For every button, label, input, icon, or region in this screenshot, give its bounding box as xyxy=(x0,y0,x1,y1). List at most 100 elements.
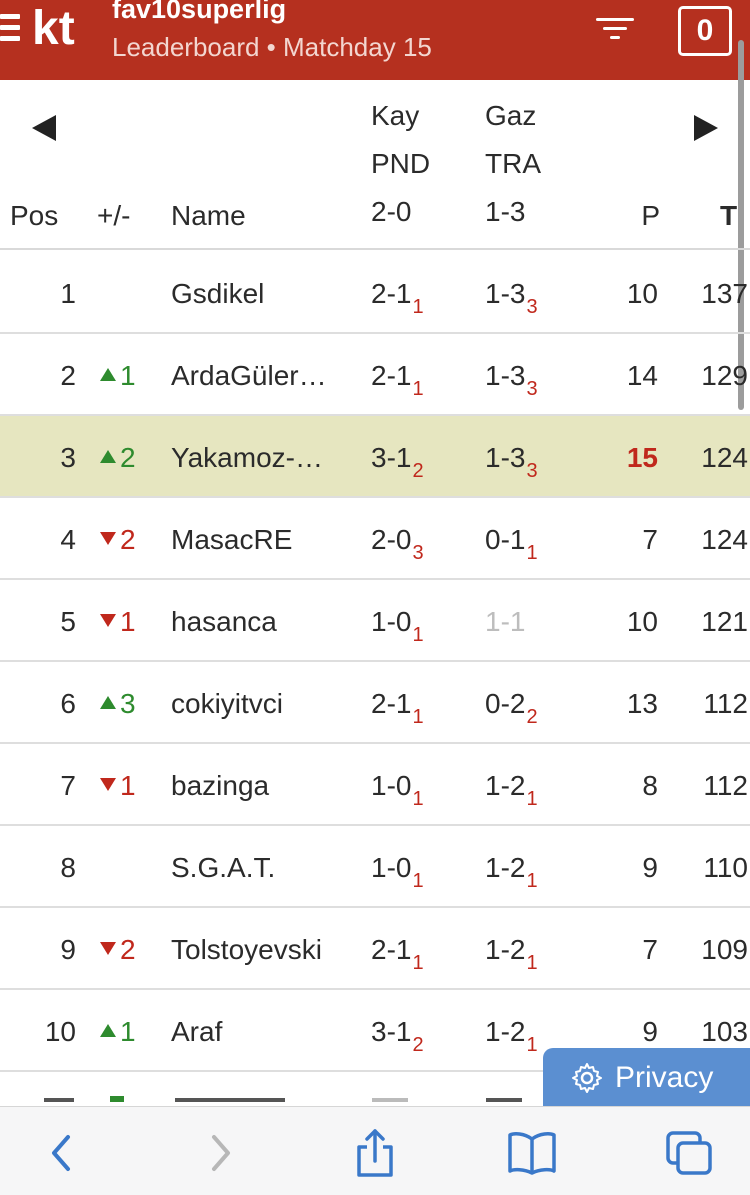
prediction-match1: 1-01 xyxy=(371,770,424,810)
prediction-match2: 1-33 xyxy=(485,442,538,482)
share-icon[interactable] xyxy=(345,1127,405,1179)
total-points: 103 xyxy=(701,1016,748,1047)
change-value: 1 xyxy=(120,606,136,637)
column-change[interactable]: +/- xyxy=(97,200,130,232)
table-row[interactable]: 1 Gsdikel 2-11 1-33 10 137 xyxy=(0,252,750,334)
change-value: 2 xyxy=(120,524,136,555)
player-name[interactable]: hasanca xyxy=(171,606,351,638)
match2-score[interactable]: 1-3 xyxy=(485,196,525,228)
prediction-match1: 3-12 xyxy=(371,1016,424,1056)
prediction-points: 1 xyxy=(526,542,538,564)
prediction-match1: 2-11 xyxy=(371,934,424,974)
prediction-score: 1-1 xyxy=(485,606,526,637)
column-t[interactable]: T xyxy=(720,200,737,232)
player-name[interactable]: cokiyitvci xyxy=(171,688,351,720)
change-cell: 1 xyxy=(100,606,160,638)
arrow-up-icon xyxy=(100,696,116,710)
table-row[interactable]: 6 3 cokiyitvci 2-11 0-22 13 112 xyxy=(0,662,750,744)
table-row[interactable]: 7 1 bazinga 1-01 1-21 8 112 xyxy=(0,744,750,826)
prediction-match2: 1-33 xyxy=(485,360,538,400)
matchday-points: 8 xyxy=(642,770,658,801)
player-name[interactable]: MasacRE xyxy=(171,524,351,556)
column-p[interactable]: P xyxy=(620,200,660,232)
total-points: 129 xyxy=(701,360,748,391)
privacy-button[interactable]: Privacy xyxy=(543,1048,750,1108)
prediction-match1: 2-11 xyxy=(371,278,424,318)
arrow-up-icon xyxy=(100,1024,116,1038)
prediction-points: 3 xyxy=(412,542,424,564)
match1-score[interactable]: 2-0 xyxy=(371,196,411,228)
position-cell: 3 xyxy=(60,442,76,473)
prediction-points: 2 xyxy=(526,706,538,728)
player-name[interactable]: Tolstoyevski xyxy=(171,934,351,966)
change-cell: 3 xyxy=(100,688,160,720)
prediction-score: 1-3 xyxy=(485,360,526,391)
table-row[interactable]: 2 1 ArdaGüler… 2-11 1-33 14 129 xyxy=(0,334,750,416)
prediction-points: 1 xyxy=(526,1034,538,1056)
arrow-down-icon xyxy=(100,614,116,628)
player-name[interactable]: bazinga xyxy=(171,770,351,802)
match2-home[interactable]: Gaz xyxy=(485,100,536,132)
prediction-points: 3 xyxy=(526,460,538,482)
table-row[interactable]: 9 2 Tolstoyevski 2-11 1-21 7 109 xyxy=(0,908,750,990)
change-cell: 2 xyxy=(100,442,160,474)
change-cell: 1 xyxy=(100,360,160,392)
change-cell: 2 xyxy=(100,524,160,556)
back-icon[interactable] xyxy=(34,1127,94,1179)
player-name[interactable]: Yakamoz-… xyxy=(171,442,351,474)
prediction-match1: 2-03 xyxy=(371,524,424,564)
player-name[interactable]: S.G.A.T. xyxy=(171,852,351,884)
player-name[interactable]: ArdaGüler… xyxy=(171,360,351,392)
prediction-points: 1 xyxy=(526,788,538,810)
prediction-match2: 0-22 xyxy=(485,688,538,728)
position-cell: 10 xyxy=(44,1016,76,1047)
prediction-score: 1-2 xyxy=(485,934,526,965)
table-row[interactable]: 5 1 hasanca 1-01 1-1 10 121 xyxy=(0,580,750,662)
forward-icon[interactable] xyxy=(190,1127,250,1179)
prediction-score: 2-0 xyxy=(371,524,412,555)
prediction-match1: 2-11 xyxy=(371,688,424,728)
tabs-icon[interactable] xyxy=(660,1127,720,1179)
table-row[interactable]: 3 2 Yakamoz-… 3-12 1-33 15 124 xyxy=(0,416,750,498)
menu-icon[interactable] xyxy=(0,14,20,44)
prediction-score: 1-0 xyxy=(371,852,412,883)
app-logo[interactable]: kt xyxy=(32,0,75,58)
match2-away[interactable]: TRA xyxy=(485,148,541,180)
player-name[interactable]: Gsdikel xyxy=(171,278,351,310)
prediction-points: 1 xyxy=(412,788,424,810)
bookmarks-icon[interactable] xyxy=(502,1127,562,1179)
arrow-down-icon xyxy=(100,532,116,546)
prediction-match2: 1-21 xyxy=(485,852,538,892)
change-value: 3 xyxy=(120,688,136,719)
prediction-match2: 1-21 xyxy=(485,1016,538,1056)
prediction-points: 1 xyxy=(526,952,538,974)
prediction-score: 1-0 xyxy=(371,606,412,637)
prediction-match2: 1-21 xyxy=(485,770,538,810)
matchday-points: 9 xyxy=(642,1016,658,1047)
count-badge[interactable]: 0 xyxy=(678,6,732,56)
column-name[interactable]: Name xyxy=(171,200,246,232)
prev-matches-icon[interactable] xyxy=(32,115,56,141)
change-cell: 1 xyxy=(100,1016,160,1048)
prediction-points: 2 xyxy=(412,1034,424,1056)
table-row[interactable]: 8 S.G.A.T. 1-01 1-21 9 110 xyxy=(0,826,750,908)
prediction-match1: 1-01 xyxy=(371,852,424,892)
filter-icon[interactable] xyxy=(596,16,634,42)
prediction-match1: 1-01 xyxy=(371,606,424,646)
matchday-points: 10 xyxy=(626,278,658,309)
table-row[interactable]: 4 2 MasacRE 2-03 0-11 7 124 xyxy=(0,498,750,580)
next-matches-icon[interactable] xyxy=(694,115,718,141)
change-value: 1 xyxy=(120,1016,136,1047)
match1-away[interactable]: PND xyxy=(371,148,430,180)
column-pos[interactable]: Pos xyxy=(10,200,58,232)
prediction-match2: 1-33 xyxy=(485,278,538,318)
prediction-score: 1-2 xyxy=(485,770,526,801)
matchday-points: 10 xyxy=(626,606,658,637)
prediction-score: 1-2 xyxy=(485,852,526,883)
player-name[interactable]: Araf xyxy=(171,1016,351,1048)
total-points: 124 xyxy=(701,442,748,473)
matchday-points: 14 xyxy=(626,360,658,391)
arrow-down-icon xyxy=(100,942,116,956)
match1-home[interactable]: Kay xyxy=(371,100,419,132)
position-cell: 9 xyxy=(60,934,76,965)
